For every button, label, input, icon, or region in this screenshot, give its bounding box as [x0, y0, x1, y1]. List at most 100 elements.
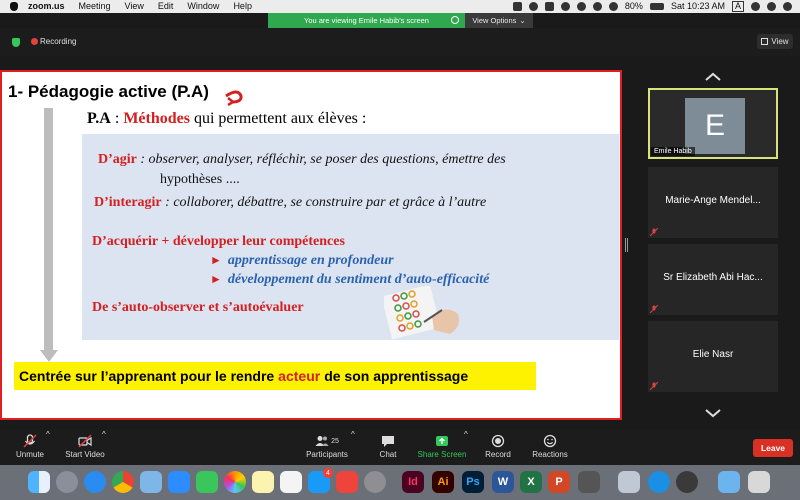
leave-button[interactable]: Leave	[753, 439, 793, 457]
user-switch-icon[interactable]	[751, 2, 760, 11]
reactions-button[interactable]: Reactions	[530, 430, 570, 459]
notes-icon[interactable]	[252, 471, 274, 493]
photoshop-letter: Ps	[466, 476, 480, 488]
chrome-icon[interactable]	[112, 471, 134, 493]
acquerir-text: D’acquérir + développer leur compétences	[92, 234, 345, 249]
summary-highlight: Centrée sur l’apprenant pour le rendre a…	[14, 362, 536, 390]
music-icon[interactable]	[280, 471, 302, 493]
record-icon	[491, 434, 505, 448]
record-button[interactable]: Record	[482, 430, 514, 459]
trash-icon[interactable]	[748, 471, 770, 493]
block-status-icon[interactable]	[576, 2, 586, 11]
pa-prefix: P.A	[87, 110, 111, 127]
menu-meeting[interactable]: Meeting	[79, 0, 111, 13]
view-button-label: View	[771, 37, 789, 46]
photoshop-icon[interactable]: Ps	[462, 471, 484, 493]
wifi-icon[interactable]	[608, 2, 618, 11]
appstore-icon[interactable]: 4	[308, 468, 333, 493]
chat-label: Chat	[379, 450, 397, 459]
recording-label[interactable]: Recording	[40, 35, 76, 48]
record-status-icon[interactable]	[528, 2, 538, 11]
unmute-label: Unmute	[15, 450, 44, 459]
launchpad-icon[interactable]	[56, 471, 78, 493]
zoom-status-icon[interactable]	[512, 2, 522, 11]
chevron-up-icon[interactable]: ^	[464, 430, 468, 439]
participant-tile-elizabeth[interactable]: Sr Elizabeth Abi Hac...	[648, 244, 778, 315]
participants-count: 25	[331, 437, 339, 445]
participant-name: Marie-Ange Mendel...	[665, 195, 761, 206]
anydesk-status-icon[interactable]	[544, 2, 554, 11]
chat-button[interactable]: Chat	[372, 430, 404, 459]
participant-name: Sr Elizabeth Abi Hac...	[663, 272, 763, 283]
grid-view-icon	[761, 38, 769, 45]
menu-help[interactable]: Help	[233, 0, 252, 13]
bluetooth-icon[interactable]	[592, 2, 602, 11]
participant-tile-elie[interactable]: Elie Nasr	[648, 321, 778, 392]
participants-label: Participants	[306, 450, 348, 459]
video-off-icon	[78, 434, 92, 448]
menu-edit[interactable]: Edit	[158, 0, 174, 13]
view-options-button[interactable]: View Options ⌄	[465, 13, 533, 28]
indesign-icon[interactable]: Id	[402, 471, 424, 493]
photos-icon[interactable]	[224, 471, 246, 493]
participant-tile-marie-ange[interactable]: Marie-Ange Mendel...	[648, 167, 778, 238]
word-icon[interactable]: W	[492, 471, 514, 493]
chevron-up-icon[interactable]: ^	[351, 430, 355, 439]
avatar: E	[685, 98, 745, 154]
circle-status-icon[interactable]	[560, 2, 570, 11]
input-source-icon[interactable]: A	[731, 1, 744, 12]
preview-icon[interactable]	[140, 471, 162, 493]
spotlight-icon[interactable]	[767, 2, 776, 11]
menu-clock[interactable]: Sat 10:23 AM	[671, 0, 725, 13]
control-center-icon[interactable]	[783, 2, 792, 11]
zoom-icon[interactable]	[168, 471, 190, 493]
auto-observer-line: De s’auto-observer et s’autoévaluer	[92, 300, 304, 316]
capture-icon[interactable]	[676, 471, 698, 493]
chevron-down-icon[interactable]	[704, 408, 722, 418]
folder-icon[interactable]	[718, 471, 740, 493]
pa-methodes: Méthodes	[123, 110, 190, 127]
system-preferences-icon[interactable]	[364, 471, 386, 493]
share-screen-label: Share Screen	[417, 450, 467, 459]
agir-text-2: hypothèses ....	[160, 172, 240, 187]
excel-letter: X	[527, 476, 535, 488]
triangle-bullet-icon: ►	[210, 272, 222, 286]
close-icon[interactable]	[451, 16, 459, 24]
safari-icon[interactable]	[84, 471, 106, 493]
chevron-up-icon[interactable]	[704, 72, 722, 82]
apple-icon[interactable]	[10, 2, 18, 11]
chevron-up-icon[interactable]: ^	[102, 430, 106, 439]
facetime-icon[interactable]	[196, 471, 218, 493]
anydesk-icon[interactable]	[336, 471, 358, 493]
battery-icon[interactable]	[649, 3, 664, 10]
macos-menu-bar: zoom.us Meeting View Edit Window Help 80…	[0, 0, 800, 13]
meeting-top-bar	[0, 28, 800, 56]
unmute-button[interactable]: Unmute	[12, 430, 48, 459]
excel-icon[interactable]: X	[520, 471, 542, 493]
meeting-toolbar: Unmute ^ Start Video ^ 25 Participants ^…	[0, 430, 800, 465]
powerpoint-icon[interactable]: P	[548, 471, 570, 493]
menu-app-name[interactable]: zoom.us	[28, 0, 65, 13]
shield-icon[interactable]	[12, 38, 20, 47]
indesign-letter: Id	[408, 476, 418, 488]
pa-colon: :	[110, 110, 124, 127]
view-button[interactable]: View	[757, 34, 793, 49]
menu-view[interactable]: View	[125, 0, 144, 13]
share-screen-button[interactable]: Share Screen	[416, 430, 468, 459]
curved-arrow-icon	[225, 90, 243, 106]
participants-button[interactable]: 25 Participants	[304, 430, 350, 459]
preview2-icon[interactable]	[618, 471, 640, 493]
muted-mic-icon	[650, 228, 658, 236]
participant-tile-emile[interactable]: E Emile Habib	[648, 88, 778, 159]
participant-name: Elie Nasr	[692, 349, 734, 360]
finder-icon[interactable]	[28, 471, 50, 493]
muted-mic-icon	[650, 305, 658, 313]
game-icon[interactable]	[578, 471, 600, 493]
panel-resize-handle[interactable]	[625, 238, 628, 252]
menu-window[interactable]: Window	[187, 0, 219, 13]
accessibility-icon[interactable]	[648, 471, 670, 493]
screen-share-banner: You are viewing Emile Habib's screen	[268, 13, 465, 28]
illustrator-icon[interactable]: Ai	[432, 471, 454, 493]
word-letter: W	[497, 476, 509, 488]
chevron-up-icon[interactable]: ^	[46, 430, 50, 439]
